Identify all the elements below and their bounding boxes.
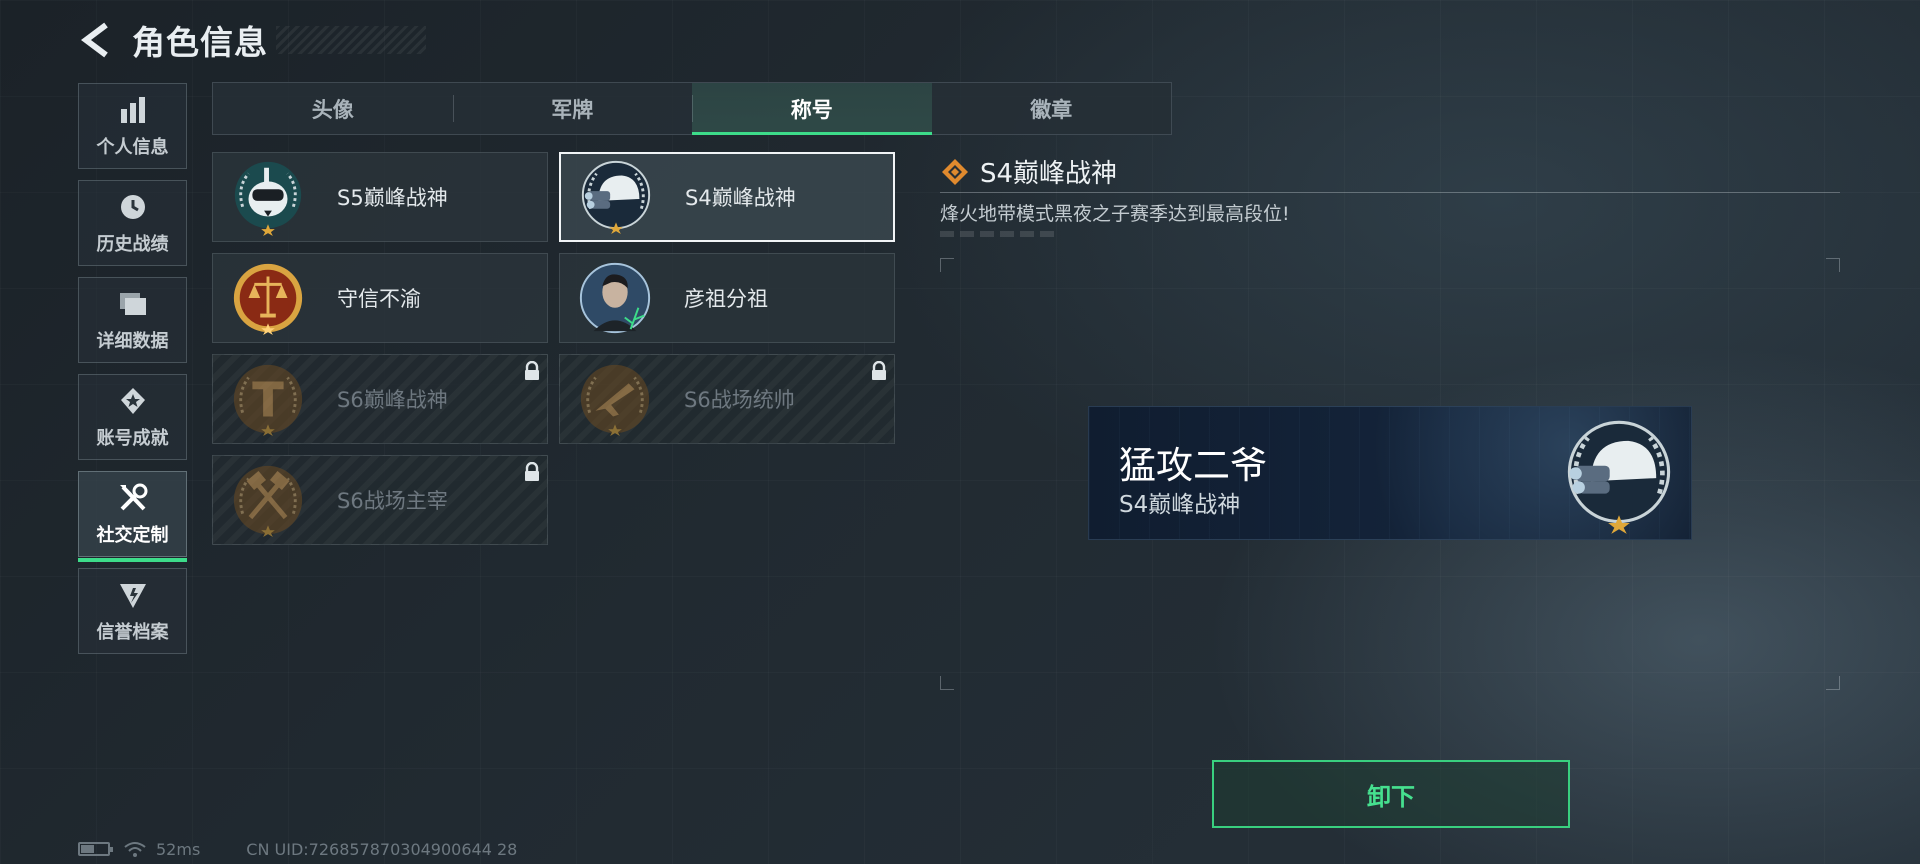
title-decoration [276, 26, 426, 54]
achievement-icon [116, 384, 150, 418]
portrait-emblem-icon [579, 262, 651, 334]
title-card-name: S6战场统帅 [684, 388, 795, 412]
diver-skull-emblem-icon [234, 161, 302, 236]
frame-corner [1826, 258, 1840, 272]
sidebar-item-label: 历史战绩 [96, 234, 169, 255]
tab-avatar[interactable]: 头像 [213, 83, 453, 134]
bar-chart-icon [116, 93, 150, 127]
scales-emblem-icon [233, 263, 303, 336]
title-preview-banner: 猛攻二爷 S4巅峰战神 [1088, 406, 1692, 540]
frame-corner [940, 676, 954, 690]
helmet-nightvision-emblem-icon [581, 160, 651, 235]
title-card-s4-peak[interactable]: S4巅峰战神 [559, 152, 895, 242]
frame-corner [1826, 676, 1840, 690]
sidebar-item-achievements[interactable]: 账号成就 [78, 374, 187, 460]
sidebar-item-social-custom[interactable]: 社交定制 [78, 471, 187, 562]
wifi-icon [124, 842, 146, 857]
title-card-name: S5巅峰战神 [337, 186, 448, 210]
title-card-s6-commander[interactable]: S6战场统帅 [559, 354, 895, 444]
back-button[interactable] [78, 20, 114, 60]
title-card-keep-faith[interactable]: 守信不渝 [212, 253, 548, 343]
detail-header: S4巅峰战神 [940, 153, 1117, 190]
tab-bar: 头像 军牌 称号 徽章 [212, 82, 1172, 135]
detail-title: S4巅峰战神 [980, 159, 1118, 189]
sidebar-item-reputation[interactable]: 信誉档案 [78, 568, 187, 654]
detail-description: 烽火地带模式黑夜之子赛季达到最高段位! [940, 203, 1290, 225]
sidebar-item-detailed-data[interactable]: 详细数据 [78, 277, 187, 363]
title-card-yanzu[interactable]: 彦祖分祖 [559, 253, 895, 343]
lock-icon [525, 462, 539, 481]
title-card-s6-peak[interactable]: S6巅峰战神 [212, 354, 548, 444]
title-card-name: S4巅峰战神 [685, 186, 796, 210]
ping-text: 52ms [156, 839, 201, 859]
battery-fill [81, 845, 94, 853]
jet-emblem-icon [580, 364, 650, 437]
title-card-name: S6战场主宰 [337, 489, 448, 513]
sidebar-item-label: 详细数据 [96, 331, 169, 352]
reputation-icon [116, 578, 150, 612]
sidebar-item-label: 账号成就 [96, 428, 169, 449]
uid-text: CN UID:726857870304900644 28 [246, 839, 518, 859]
diamond-bullet-icon [942, 158, 968, 185]
sidebar-item-label: 信誉档案 [96, 622, 169, 643]
sidebar: 个人信息 历史战绩 详细数据 账号成就 社交定制 信誉档案 [78, 83, 187, 665]
unequip-button[interactable]: 卸下 [1212, 760, 1570, 828]
lock-icon [872, 361, 886, 380]
sidebar-item-history[interactable]: 历史战绩 [78, 180, 187, 266]
divider [940, 192, 1840, 193]
tab-badge[interactable]: 徽章 [932, 83, 1172, 134]
title-card-s6-dominator[interactable]: S6战场主宰 [212, 455, 548, 545]
title-card-name: S6巅峰战神 [337, 388, 448, 412]
tab-title[interactable]: 称号 [692, 83, 932, 135]
back-arrow-icon [81, 22, 108, 58]
battery-icon [78, 842, 113, 856]
sidebar-item-label: 个人信息 [96, 137, 169, 158]
folder-icon [116, 287, 150, 321]
tools-icon [116, 481, 150, 515]
page-title: 角色信息 [132, 23, 268, 62]
preview-player-name: 猛攻二爷 [1119, 444, 1267, 487]
t-shield-emblem-icon [233, 364, 303, 437]
title-card-grid: S5巅峰战神 S4巅峰战神 守信不渝 彦祖分祖 S6巅峰战神 S6战场统帅 S6… [212, 152, 896, 545]
lock-icon [525, 361, 539, 380]
frame-corner [940, 258, 954, 272]
title-card-name: 守信不渝 [337, 287, 421, 311]
sidebar-item-personal-info[interactable]: 个人信息 [78, 83, 187, 169]
tab-dogtag[interactable]: 军牌 [452, 83, 693, 134]
helmet-nightvision-emblem-icon [1567, 420, 1671, 534]
clock-icon [116, 190, 150, 224]
preview-title: S4巅峰战神 [1119, 492, 1241, 518]
crossed-hammers-emblem-icon [233, 465, 303, 538]
detail-decoration [940, 231, 1060, 237]
title-card-name: 彦祖分祖 [684, 287, 768, 311]
status-bar: 52ms CN UID:726857870304900644 28 [78, 834, 517, 864]
title-card-s5-peak[interactable]: S5巅峰战神 [212, 152, 548, 242]
sidebar-item-label: 社交定制 [96, 525, 169, 546]
header: 角色信息 [78, 18, 426, 62]
